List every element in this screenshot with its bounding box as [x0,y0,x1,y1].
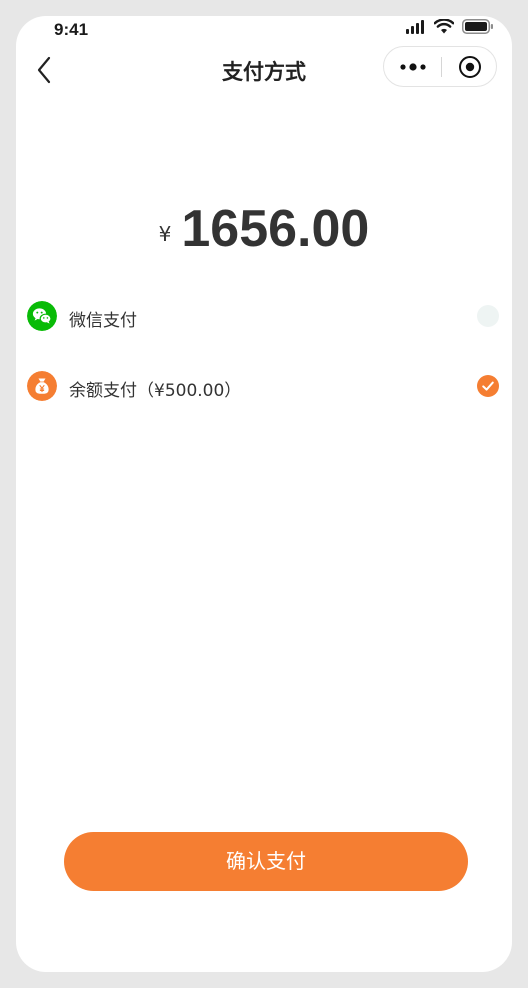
wifi-icon [434,19,454,34]
money-bag-icon [27,371,57,401]
payment-amount: ¥1656.00 [16,199,512,259]
currency-symbol: ¥ [158,222,172,246]
amount-value: 1656.00 [181,200,370,258]
mini-program-capsule [383,46,497,87]
status-time: 9:41 [54,20,89,39]
close-mini-program-button[interactable] [442,47,497,86]
target-close-icon [458,55,481,78]
payment-option-label: 微信支付 [69,311,137,331]
more-dots-icon [399,62,426,71]
phone-screen: 9:41 支付方式 ¥ 1656.00 微信支付 余额支付（¥500.00） 确… [16,16,512,972]
wechat-icon [27,301,57,331]
status-bar: 9:41 [16,16,512,44]
more-button[interactable] [384,47,441,86]
radio-checked-icon[interactable] [477,375,499,397]
checkmark-icon [482,381,494,391]
confirm-payment-button[interactable]: 确认支付 [64,832,468,891]
nav-bar: 支付方式 [16,46,512,94]
payment-option-wechat[interactable]: 微信支付 [16,295,512,339]
signal-icon [406,19,424,34]
status-icons [406,19,494,34]
payment-option-label: 余额支付（¥500.00） [69,381,242,401]
payment-option-balance[interactable]: 余额支付（¥500.00） [16,365,512,409]
radio-unchecked-icon[interactable] [477,305,499,327]
battery-icon [462,19,493,34]
